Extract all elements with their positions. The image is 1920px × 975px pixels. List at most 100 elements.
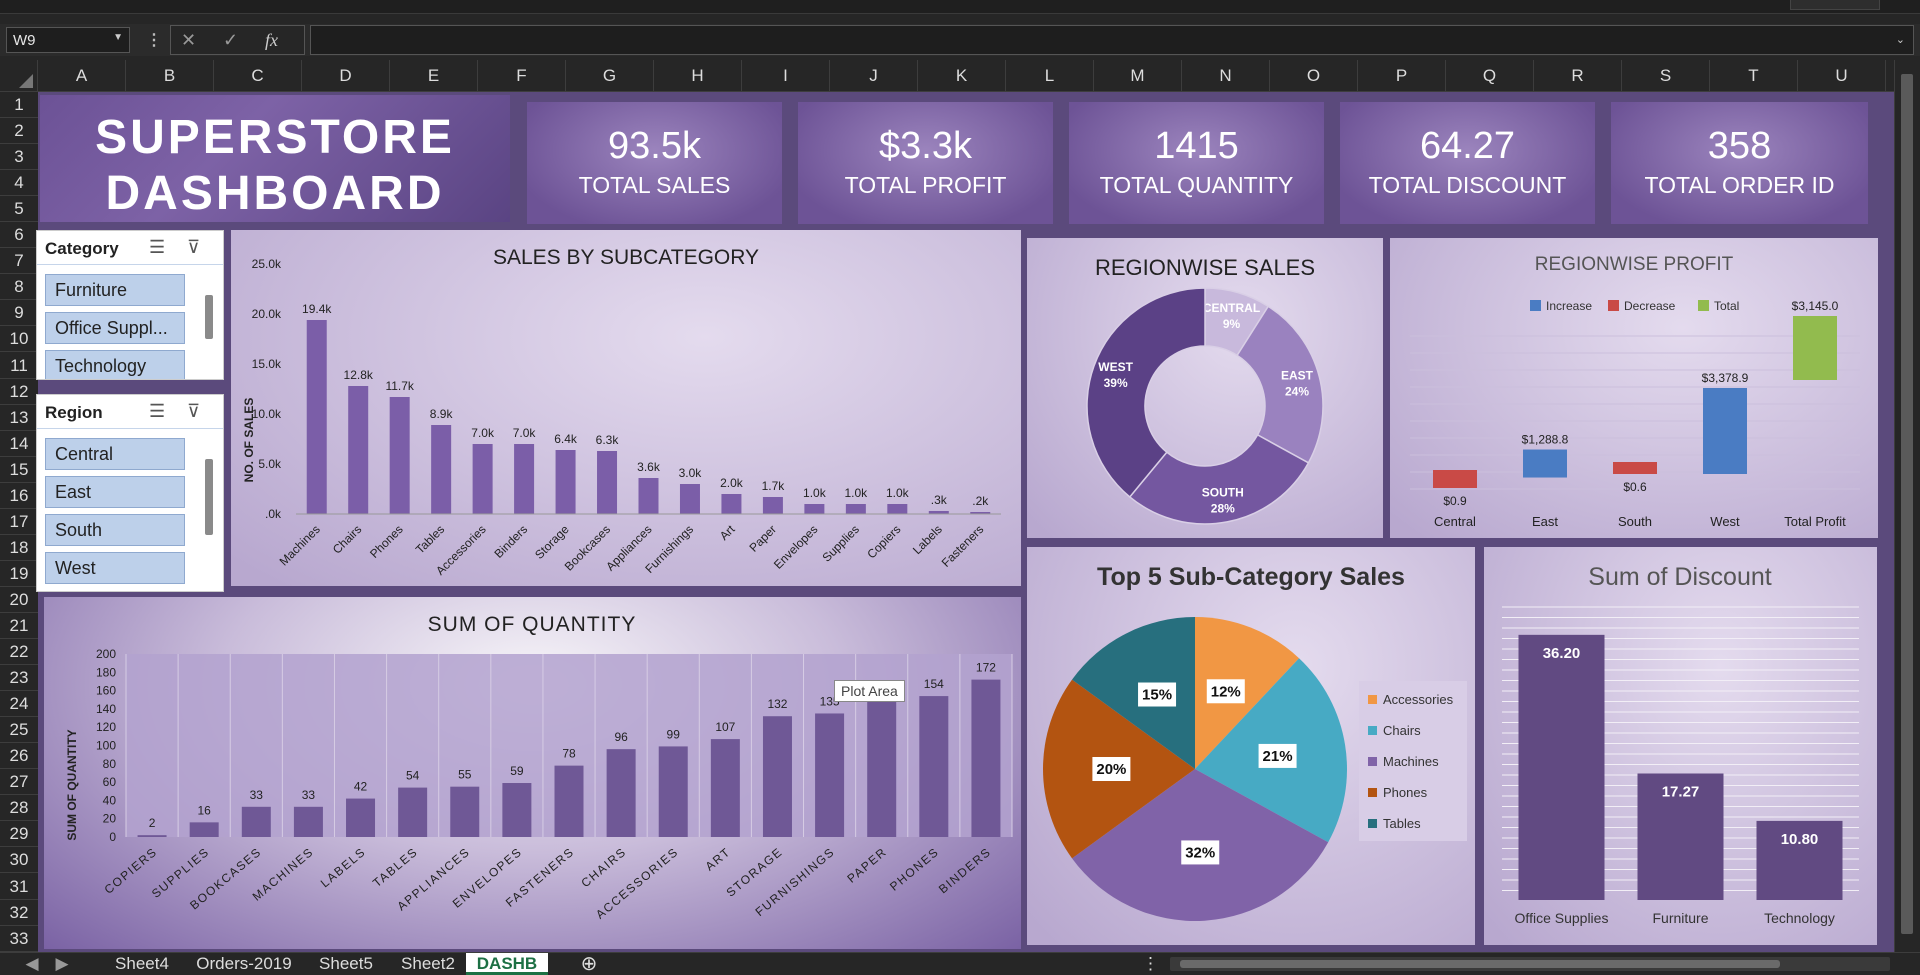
- row-header-33[interactable]: 33: [0, 926, 38, 952]
- tab-sheet2[interactable]: Sheet2: [390, 953, 466, 975]
- formula-input[interactable]: ⌄: [310, 25, 1914, 55]
- enter-check-icon[interactable]: ✓: [223, 30, 238, 51]
- column-header-g[interactable]: G: [566, 60, 654, 92]
- column-header-l[interactable]: L: [1006, 60, 1094, 92]
- row-header-1[interactable]: 1: [0, 92, 38, 119]
- chevron-down-icon[interactable]: ▼: [113, 32, 123, 43]
- horizontal-scrollbar[interactable]: [1170, 957, 1890, 971]
- bar: [804, 504, 825, 514]
- slicer-item-east[interactable]: East: [45, 476, 185, 508]
- row-header-6[interactable]: 6: [0, 222, 38, 249]
- row-header-7[interactable]: 7: [0, 248, 38, 275]
- row-header-12[interactable]: 12: [0, 379, 38, 405]
- row-header-9[interactable]: 9: [0, 300, 38, 327]
- row-header-26[interactable]: 26: [0, 743, 38, 770]
- row-header-18[interactable]: 18: [0, 535, 38, 561]
- row-header-14[interactable]: 14: [0, 431, 38, 457]
- insert-function-icon[interactable]: fx: [265, 30, 278, 51]
- slicer-item-office-supplies[interactable]: Office Suppl...: [45, 312, 185, 344]
- tab-dashb[interactable]: DASHB: [466, 953, 548, 975]
- tab-scroll-left-icon[interactable]: ◀: [22, 953, 42, 975]
- vertical-scrollbar[interactable]: [1894, 60, 1920, 952]
- sales-by-subcategory-chart[interactable]: SALES BY SUBCATEGORY NO. OF SALES .0k 5.0…: [231, 230, 1021, 586]
- horizontal-scroll-thumb[interactable]: [1180, 960, 1780, 968]
- row-header-5[interactable]: 5: [0, 196, 38, 223]
- column-header-p[interactable]: P: [1358, 60, 1446, 92]
- tab-orders-2019[interactable]: Orders-2019: [186, 953, 302, 975]
- slicer-scrollbar[interactable]: [205, 295, 213, 339]
- column-header-a[interactable]: A: [38, 60, 126, 92]
- row-header-15[interactable]: 15: [0, 457, 38, 483]
- row-header-10[interactable]: 10: [0, 326, 38, 353]
- column-header-h[interactable]: H: [654, 60, 742, 92]
- tab-sheet4[interactable]: Sheet4: [104, 953, 180, 975]
- row-header-30[interactable]: 30: [0, 847, 38, 874]
- column-header-q[interactable]: Q: [1446, 60, 1534, 92]
- row-header-27[interactable]: 27: [0, 769, 38, 796]
- top5-subcategory-chart[interactable]: Top 5 Sub-Category Sales 12% 21% 32% 20% 15%…: [1027, 547, 1475, 945]
- slicer-item-furniture[interactable]: Furniture: [45, 274, 185, 306]
- row-header-31[interactable]: 31: [0, 874, 38, 900]
- column-header-o[interactable]: O: [1270, 60, 1358, 92]
- vertical-scroll-thumb[interactable]: [1901, 74, 1913, 934]
- row-header-8[interactable]: 8: [0, 274, 38, 301]
- sum-of-quantity-chart[interactable]: SUM OF QUANTITY SUM OF QUANTITY 0 20 40 60 8…: [44, 597, 1021, 949]
- column-header-n[interactable]: N: [1182, 60, 1270, 92]
- slicer-item-central[interactable]: Central: [45, 438, 185, 470]
- column-header-f[interactable]: F: [478, 60, 566, 92]
- select-all-corner[interactable]: [0, 60, 38, 92]
- row-header-28[interactable]: 28: [0, 795, 38, 822]
- slicer-item-west[interactable]: West: [45, 552, 185, 584]
- row-header-32[interactable]: 32: [0, 900, 38, 926]
- column-header-i[interactable]: I: [742, 60, 830, 92]
- cancel-icon[interactable]: ✕: [181, 30, 196, 51]
- row-header-11[interactable]: 11: [0, 353, 38, 379]
- tab-sheet5[interactable]: Sheet5: [308, 953, 384, 975]
- row-header-22[interactable]: 22: [0, 639, 38, 666]
- column-header-u[interactable]: U: [1798, 60, 1886, 92]
- column-header-t[interactable]: T: [1710, 60, 1798, 92]
- row-header-29[interactable]: 29: [0, 821, 38, 848]
- column-header-e[interactable]: E: [390, 60, 478, 92]
- regionwise-profit-chart[interactable]: REGIONWISE PROFIT Increase Decrease Total $…: [1390, 238, 1878, 538]
- row-header-16[interactable]: 16: [0, 483, 38, 509]
- row-header-2[interactable]: 2: [0, 118, 38, 145]
- tab-scroll-right-icon[interactable]: ▶: [52, 953, 72, 975]
- more-options-icon[interactable]: ⋮: [146, 30, 162, 50]
- slice-category-label: WEST: [1098, 360, 1133, 374]
- column-header-c[interactable]: C: [214, 60, 302, 92]
- column-header-m[interactable]: M: [1094, 60, 1182, 92]
- row-header-25[interactable]: 25: [0, 717, 38, 744]
- slicer-item-south[interactable]: South: [45, 514, 185, 546]
- row-header-4[interactable]: 4: [0, 170, 38, 197]
- column-header-b[interactable]: B: [126, 60, 214, 92]
- name-box[interactable]: W9 ▼: [6, 27, 130, 53]
- multi-select-icon[interactable]: ☰: [149, 401, 165, 422]
- add-sheet-icon[interactable]: ⊕: [578, 953, 600, 975]
- ribbon-button[interactable]: [1790, 0, 1880, 10]
- slicer-item-technology[interactable]: Technology: [45, 350, 185, 379]
- tab-options-icon[interactable]: ⋮: [1142, 953, 1159, 975]
- row-header-23[interactable]: 23: [0, 665, 38, 692]
- clear-filter-icon[interactable]: ⊽: [187, 237, 200, 258]
- multi-select-icon[interactable]: ☰: [149, 237, 165, 258]
- clear-filter-icon[interactable]: ⊽: [187, 401, 200, 422]
- slicer-scrollbar[interactable]: [205, 459, 213, 535]
- column-header-r[interactable]: R: [1534, 60, 1622, 92]
- expand-formula-icon[interactable]: ⌄: [1896, 33, 1905, 46]
- row-header-13[interactable]: 13: [0, 405, 38, 431]
- column-header-d[interactable]: D: [302, 60, 390, 92]
- row-header-19[interactable]: 19: [0, 561, 38, 587]
- column-header-j[interactable]: J: [830, 60, 918, 92]
- regionwise-sales-chart[interactable]: REGIONWISE SALES CENTRAL 9% EAST 24% SOUTH 28…: [1027, 238, 1383, 538]
- column-header-s[interactable]: S: [1622, 60, 1710, 92]
- row-header-20[interactable]: 20: [0, 587, 38, 613]
- row-header-24[interactable]: 24: [0, 691, 38, 718]
- column-header-k[interactable]: K: [918, 60, 1006, 92]
- row-header-21[interactable]: 21: [0, 613, 38, 640]
- bar: [867, 699, 897, 837]
- row-header-3[interactable]: 3: [0, 144, 38, 171]
- sum-of-discount-chart[interactable]: Sum of Discount 36.20 Office Supplies 17.2…: [1484, 547, 1877, 945]
- row-header-17[interactable]: 17: [0, 509, 38, 535]
- bar: [137, 835, 167, 837]
